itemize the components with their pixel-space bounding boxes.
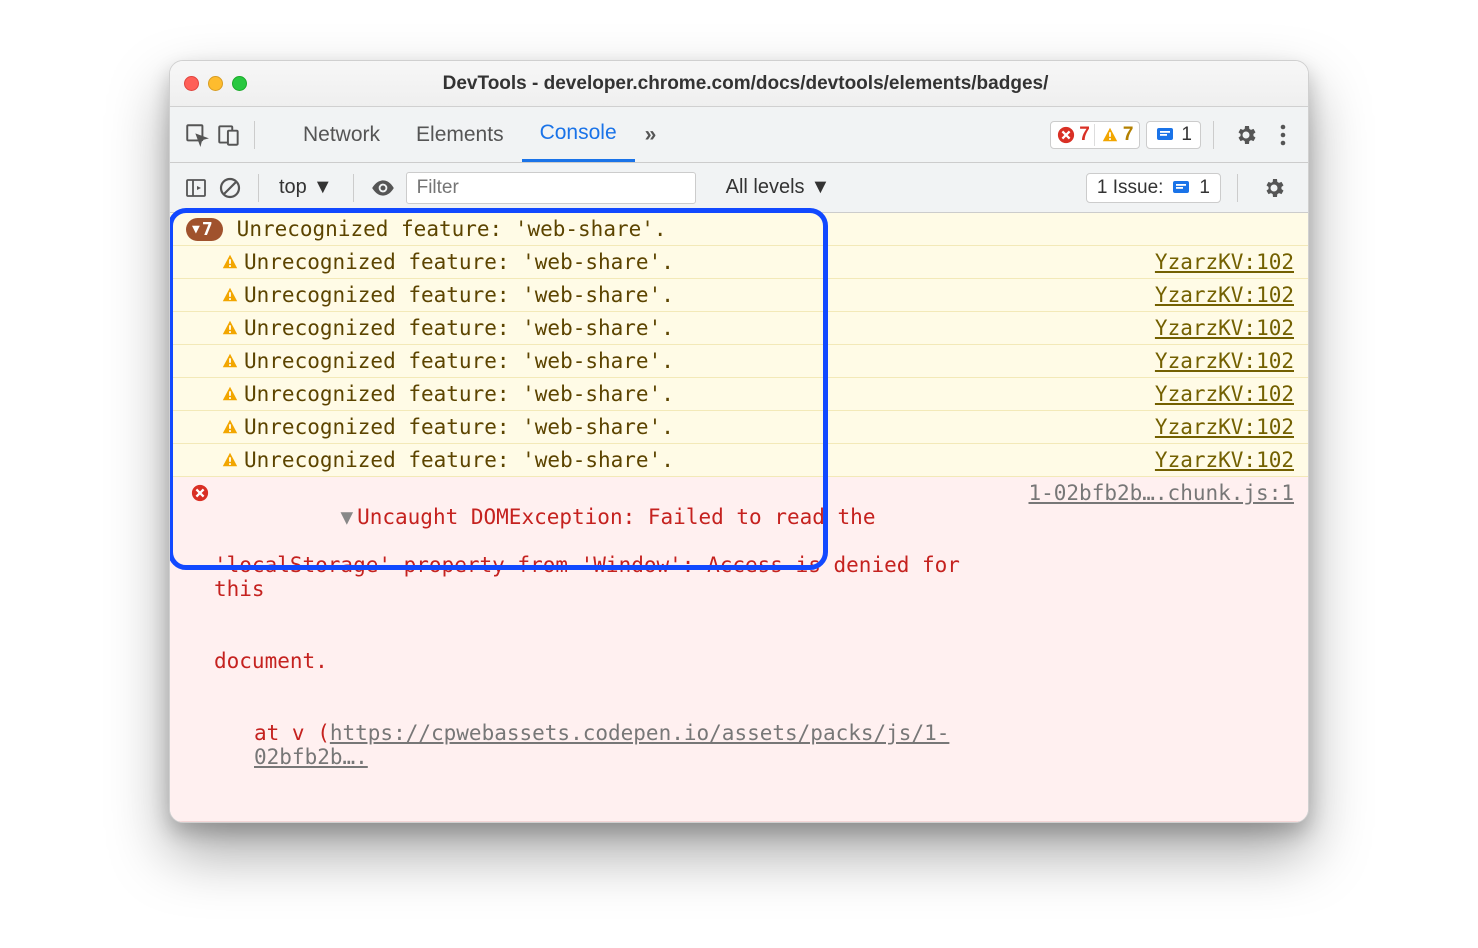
- console-warning-row[interactable]: Unrecognized feature: 'web-share'.YzarzK…: [170, 378, 1308, 411]
- warning-icon: [1101, 126, 1119, 144]
- divider: [254, 121, 255, 149]
- clear-console-icon[interactable]: [218, 176, 242, 200]
- warning-icon: [216, 250, 244, 271]
- warning-message: Unrecognized feature: 'web-share'.: [244, 316, 1145, 340]
- panel-tabs: Network Elements Console »: [285, 107, 666, 162]
- warning-icon: [216, 283, 244, 304]
- chevron-down-icon: ▼: [313, 176, 333, 199]
- warning-source-link[interactable]: YzarzKV:102: [1145, 283, 1294, 307]
- warning-icon: [216, 415, 244, 436]
- warning-icon: [216, 448, 244, 469]
- stack-trace-link[interactable]: https://cpwebassets.codepen.io/assets/pa…: [254, 721, 949, 769]
- warning-message: Unrecognized feature: 'web-share'.: [244, 250, 1145, 274]
- console-warning-row[interactable]: Unrecognized feature: 'web-share'.YzarzK…: [170, 279, 1308, 312]
- console-warning-row[interactable]: Unrecognized feature: 'web-share'.YzarzK…: [170, 444, 1308, 477]
- error-icon: [1057, 126, 1075, 144]
- expand-caret-icon[interactable]: ▼: [340, 505, 353, 529]
- issue-icon: [1171, 178, 1191, 198]
- warning-source-link[interactable]: YzarzKV:102: [1145, 382, 1294, 406]
- error-count: 7: [1057, 124, 1090, 146]
- warning-message: Unrecognized feature: 'web-share'.: [244, 448, 1145, 472]
- log-levels-selector[interactable]: All levels ▼: [726, 176, 831, 199]
- warning-icon: [216, 349, 244, 370]
- error-message: ▼Uncaught DOMException: Failed to read t…: [214, 481, 1018, 817]
- warning-source-link[interactable]: YzarzKV:102: [1145, 316, 1294, 340]
- warning-message: Unrecognized feature: 'web-share'.: [244, 382, 1145, 406]
- context-selector[interactable]: top ▼: [275, 176, 337, 199]
- error-warning-badge[interactable]: 7 7: [1050, 121, 1140, 149]
- live-expression-icon[interactable]: [370, 175, 396, 201]
- warning-source-link[interactable]: YzarzKV:102: [1145, 349, 1294, 373]
- titlebar: DevTools - developer.chrome.com/docs/dev…: [170, 61, 1308, 107]
- error-icon: [186, 481, 214, 502]
- inspect-element-icon[interactable]: [184, 122, 210, 148]
- warning-icon: [216, 316, 244, 337]
- console-output: ▼ 7 Unrecognized feature: 'web-share'. U…: [170, 213, 1308, 822]
- warning-message: Unrecognized feature: 'web-share'.: [244, 283, 1145, 307]
- console-warning-row[interactable]: Unrecognized feature: 'web-share'.YzarzK…: [170, 246, 1308, 279]
- console-settings-icon[interactable]: [1254, 176, 1294, 200]
- divider: [1237, 174, 1238, 202]
- group-count-badge: ▼ 7: [186, 218, 223, 241]
- warning-message: Unrecognized feature: 'web-share'.: [244, 349, 1145, 373]
- warning-message: Unrecognized feature: 'web-share'.: [244, 415, 1145, 439]
- warning-icon: [216, 382, 244, 403]
- chevron-down-icon: ▼: [192, 222, 200, 237]
- open-issues-button[interactable]: 1: [1146, 121, 1201, 149]
- tab-network[interactable]: Network: [285, 107, 398, 162]
- divider: [258, 174, 259, 202]
- issues-summary-button[interactable]: 1 Issue: 1: [1086, 173, 1221, 203]
- tab-console[interactable]: Console: [522, 107, 635, 162]
- warning-source-link[interactable]: YzarzKV:102: [1145, 448, 1294, 472]
- main-toolbar: Network Elements Console » 7 7 1: [170, 107, 1308, 163]
- filter-input[interactable]: [406, 172, 696, 204]
- more-options-icon[interactable]: [1272, 124, 1294, 146]
- device-toggle-icon[interactable]: [216, 122, 242, 148]
- issue-icon: [1155, 125, 1175, 145]
- tab-elements[interactable]: Elements: [398, 107, 522, 162]
- message-group-header[interactable]: ▼ 7 Unrecognized feature: 'web-share'.: [170, 213, 1308, 246]
- error-source-link[interactable]: 1-02bfb2b….chunk.js:1: [1018, 481, 1294, 505]
- devtools-window: DevTools - developer.chrome.com/docs/dev…: [169, 60, 1309, 823]
- warning-count: 7: [1094, 124, 1134, 146]
- divider: [1213, 121, 1214, 149]
- warning-source-link[interactable]: YzarzKV:102: [1145, 415, 1294, 439]
- settings-icon[interactable]: [1226, 123, 1266, 147]
- warning-source-link[interactable]: YzarzKV:102: [1145, 250, 1294, 274]
- console-filter-bar: top ▼ All levels ▼ 1 Issue: 1: [170, 163, 1308, 213]
- group-message: Unrecognized feature: 'web-share'.: [237, 217, 667, 241]
- divider: [353, 174, 354, 202]
- console-warning-row[interactable]: Unrecognized feature: 'web-share'.YzarzK…: [170, 411, 1308, 444]
- chevron-down-icon: ▼: [811, 176, 831, 199]
- console-warning-row[interactable]: Unrecognized feature: 'web-share'.YzarzK…: [170, 312, 1308, 345]
- tabs-overflow-button[interactable]: »: [635, 107, 667, 162]
- console-warning-row[interactable]: Unrecognized feature: 'web-share'.YzarzK…: [170, 345, 1308, 378]
- window-title: DevTools - developer.chrome.com/docs/dev…: [197, 73, 1294, 95]
- console-error-row[interactable]: ▼Uncaught DOMException: Failed to read t…: [170, 477, 1308, 822]
- toggle-sidebar-icon[interactable]: [184, 176, 208, 200]
